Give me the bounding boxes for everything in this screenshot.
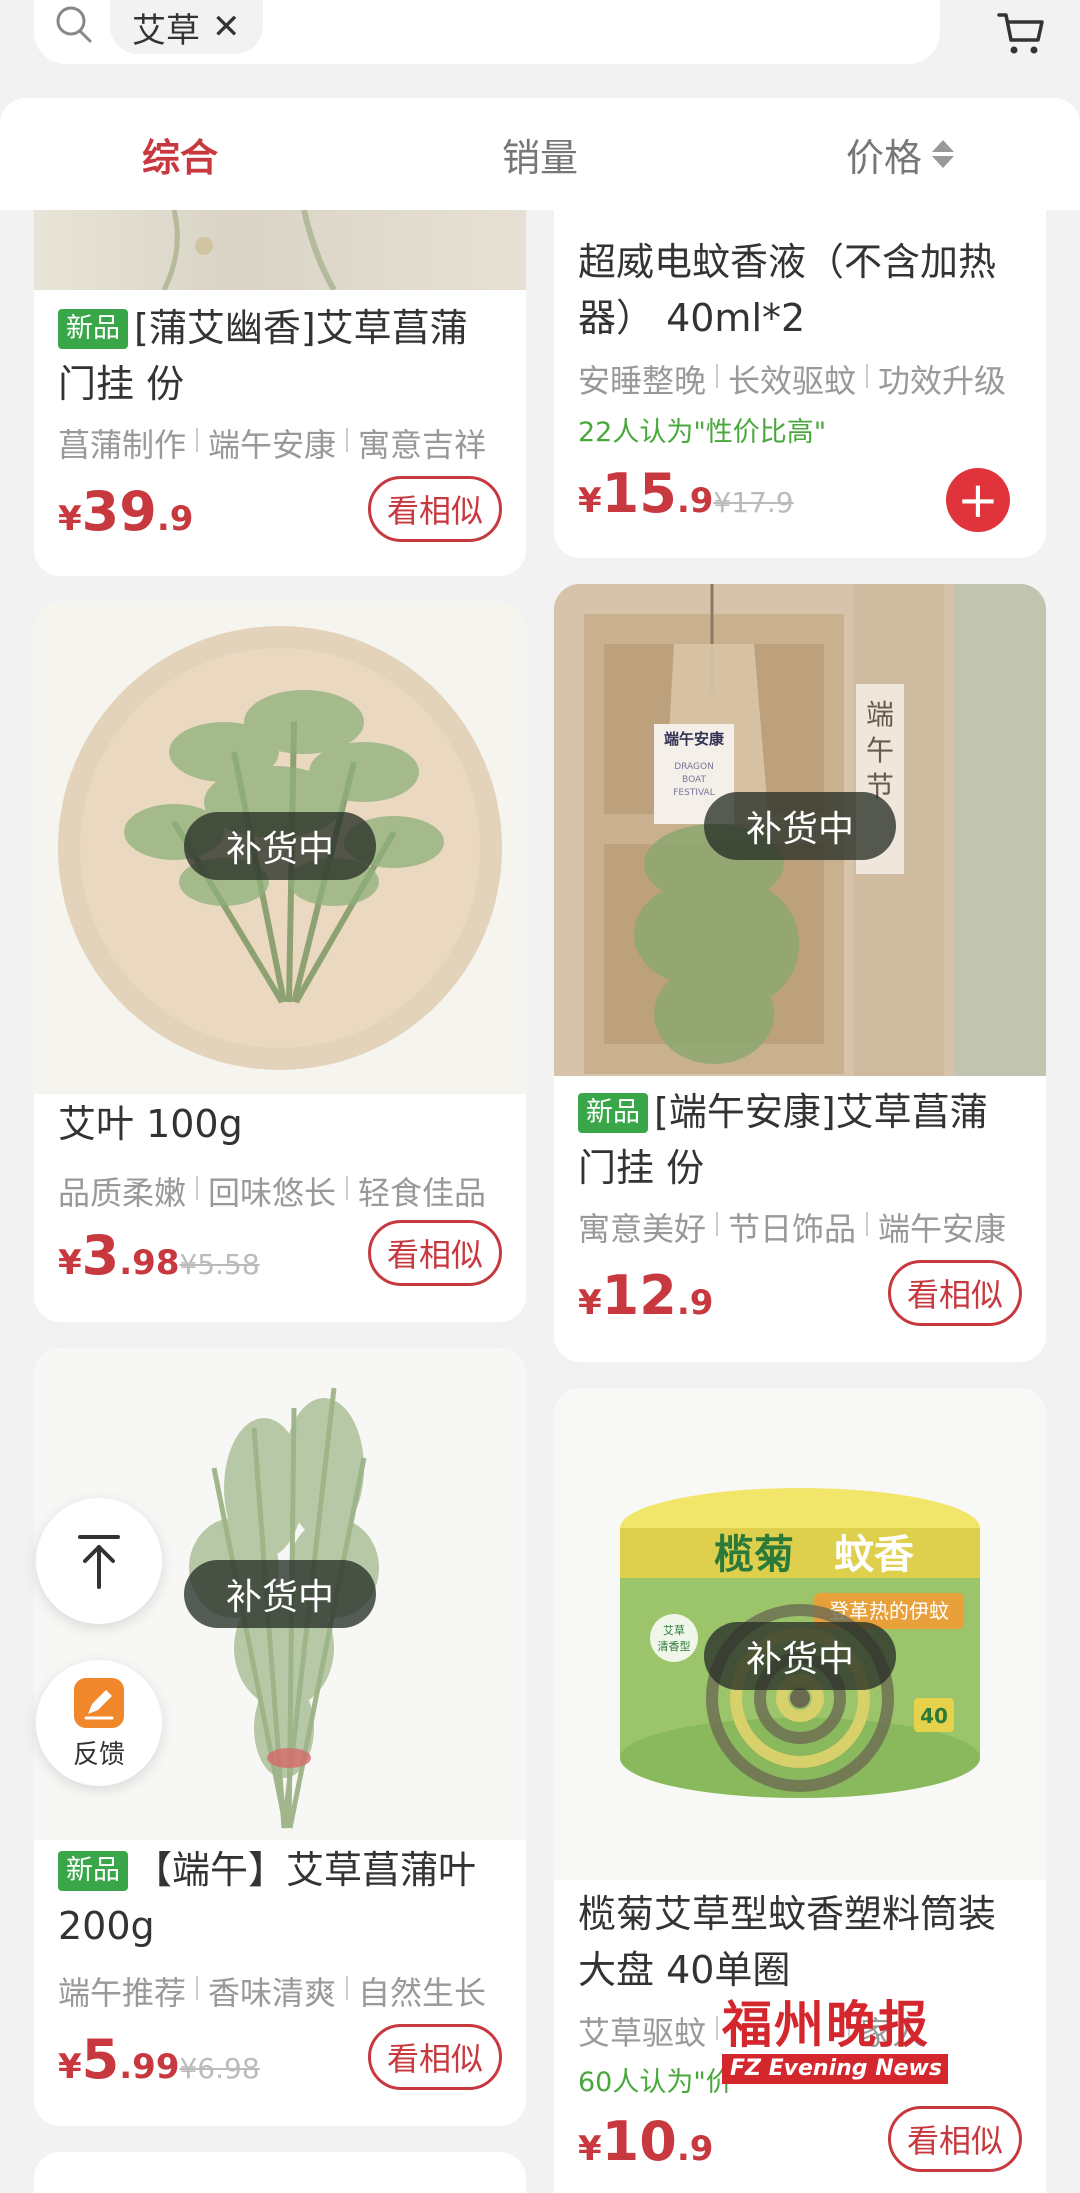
tab-label: 综合: [141, 135, 218, 180]
product-card[interactable]: [34, 2152, 526, 2193]
tag: 端午安康: [878, 1210, 1007, 1248]
restocking-status: 补货中: [184, 812, 376, 880]
tag: 品质柔嫩: [58, 1174, 187, 1212]
product-tags: 寓意美好 节日饰品 端午安康: [578, 1204, 1036, 1250]
product-tags: 端午推荐 香味清爽 自然生长: [58, 1968, 516, 2014]
tag: 自然生长: [358, 1974, 487, 2012]
review-note: 60人认为"价: [578, 2067, 733, 2098]
product-card[interactable]: 端 午 节 端午安康 DRAGON BOAT FESTIVAL 补货中 新品 [端…: [554, 584, 1046, 1362]
tag: 安睡整晚: [578, 362, 707, 400]
product-title: 新品 [端午安康]艾草菖蒲门挂 份: [578, 1084, 1022, 1196]
feedback-button[interactable]: 反馈: [36, 1660, 162, 1786]
product-title: 超威电蚊香液（不含加热器） 40ml*2: [578, 240, 997, 340]
svg-text:BOAT: BOAT: [682, 775, 706, 785]
tag: 功效升级: [878, 362, 1007, 400]
tag: 长效驱蚊: [728, 362, 857, 400]
tag: 香味清爽: [208, 1974, 337, 2012]
watermark-en: FZ Evening News: [722, 2054, 948, 2084]
tab-label: 销量: [501, 135, 578, 180]
product-price: ¥5.99¥6.98: [58, 2028, 260, 2091]
restocking-status: 补货中: [184, 1560, 376, 1628]
see-similar-button[interactable]: 看相似: [888, 2106, 1022, 2172]
back-to-top-button[interactable]: [36, 1498, 162, 1624]
tag: 艾草驱蚊: [578, 2014, 707, 2052]
tag: 寓意美好: [578, 1210, 707, 1248]
product-price: ¥12.9: [578, 1264, 714, 1327]
review-note: 22人认为"性价比高": [578, 417, 827, 448]
new-badge: 新品: [58, 1851, 128, 1891]
product-image: [34, 210, 526, 290]
svg-text:端午安康: 端午安康: [664, 730, 725, 748]
product-title: 新品 [蒲艾幽香]艾草菖蒲门挂 份: [58, 300, 502, 412]
product-title: 艾叶 100g: [58, 1102, 243, 1146]
tab-sales[interactable]: 销量: [360, 98, 720, 210]
product-price: ¥10.9: [578, 2110, 714, 2173]
svg-text:40: 40: [920, 1704, 948, 1728]
svg-text:DRAGON: DRAGON: [674, 762, 714, 772]
newspaper-watermark: 福州晚报 FZ Evening News: [722, 1996, 948, 2092]
tag: 端午安康: [208, 426, 337, 464]
product-tags: 安睡整晚 长效驱蚊 功效升级: [578, 356, 1036, 402]
clear-query-icon[interactable]: ✕: [212, 10, 241, 44]
product-card[interactable]: 新品 [蒲艾幽香]艾草菖蒲门挂 份 菖蒲制作 端午安康 寓意吉祥 ¥39.9 看相似: [34, 210, 526, 576]
see-similar-button[interactable]: 看相似: [368, 476, 502, 542]
tag: 寓意吉祥: [358, 426, 487, 464]
tab-comprehensive[interactable]: 综合: [0, 98, 360, 210]
tab-price[interactable]: 价格: [720, 98, 1080, 210]
see-similar-button[interactable]: 看相似: [368, 1220, 502, 1286]
product-title: 榄菊艾草型蚊香塑料筒装大盘 40单圈: [578, 1892, 997, 1992]
tag: 菖蒲制作: [58, 426, 187, 464]
cart-icon[interactable]: [996, 8, 1046, 58]
watermark-cn: 福州晚报: [722, 1995, 930, 2054]
product-card[interactable]: 超威电蚊香液（不含加热器） 40ml*2 安睡整晚 长效驱蚊 功效升级 22人认为"…: [554, 210, 1046, 558]
product-price: ¥15.9¥17.9: [578, 462, 794, 525]
restocking-status: 补货中: [704, 1622, 896, 1690]
edit-icon: [74, 1677, 124, 1728]
header: 艾草 ✕: [0, 0, 1080, 96]
sort-arrows-icon: [932, 140, 954, 168]
add-to-cart-button[interactable]: +: [946, 468, 1010, 532]
product-title: 新品 【端午】艾草菖蒲叶200g: [58, 1842, 502, 1954]
svg-text:榄菊: 榄菊: [714, 1532, 794, 1578]
svg-text:艾草: 艾草: [663, 1624, 685, 1637]
new-badge: 新品: [58, 309, 128, 349]
search-bar[interactable]: 艾草 ✕: [34, 0, 940, 64]
restocking-status: 补货中: [704, 792, 896, 860]
sort-bar: 综合 销量 价格: [0, 98, 1080, 210]
new-badge: 新品: [578, 1093, 648, 1133]
image-text-wood: 端: [866, 698, 894, 731]
product-price: ¥39.9: [58, 480, 194, 543]
svg-text:蚊香: 蚊香: [834, 1532, 914, 1578]
product-card[interactable]: 补货中 艾叶 100g 品质柔嫩 回味悠长 轻食佳品 ¥3.98¥5.58 看相似: [34, 602, 526, 1322]
tag: 轻食佳品: [358, 1174, 487, 1212]
product-tags: 品质柔嫩 回味悠长 轻食佳品: [58, 1168, 516, 1214]
tag: 回味悠长: [208, 1174, 337, 1212]
product-price: ¥3.98¥5.58: [58, 1224, 260, 1287]
tag: 端午推荐: [58, 1974, 187, 2012]
feedback-label: 反馈: [72, 1739, 125, 1770]
see-similar-button[interactable]: 看相似: [888, 1260, 1022, 1326]
svg-text:FESTIVAL: FESTIVAL: [673, 788, 714, 798]
tag: 节日饰品: [728, 1210, 857, 1248]
tab-label: 价格: [845, 135, 922, 180]
search-query-text: 艾草: [132, 10, 200, 51]
arrow-up-icon: [78, 1535, 120, 1589]
svg-text:清香型: 清香型: [658, 1639, 691, 1653]
search-query-chip[interactable]: 艾草 ✕: [110, 0, 263, 54]
product-tags: 菖蒲制作 端午安康 寓意吉祥: [58, 420, 516, 466]
search-icon: [56, 6, 92, 43]
svg-text:午: 午: [866, 734, 894, 767]
see-similar-button[interactable]: 看相似: [368, 2024, 502, 2090]
